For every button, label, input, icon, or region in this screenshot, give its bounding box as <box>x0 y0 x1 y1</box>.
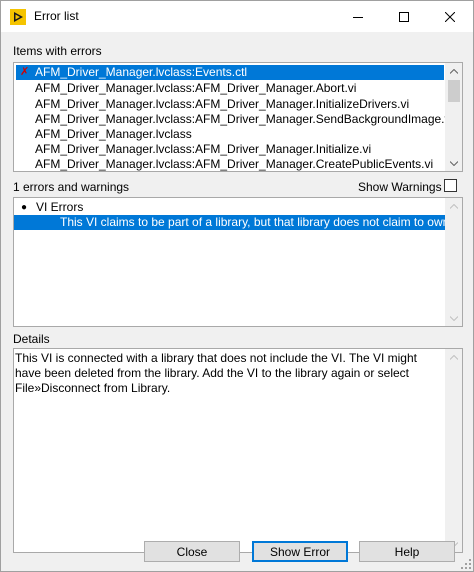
error-list-window: Error list Items with errors ✗ AFM_Drive… <box>0 0 474 572</box>
scroll-up-button[interactable] <box>446 349 462 365</box>
maximize-icon <box>399 11 409 22</box>
close-icon <box>445 11 455 22</box>
labview-app-icon <box>10 9 26 25</box>
chevron-up-icon <box>450 203 458 209</box>
maximize-button[interactable] <box>381 1 427 32</box>
chevron-down-icon <box>450 160 458 166</box>
list-item[interactable]: AFM_Driver_Manager.lvclass:AFM_Driver_Ma… <box>16 157 444 171</box>
bullet-icon: ● <box>21 202 28 213</box>
list-item[interactable]: ✗ AFM_Driver_Manager.lvclass:Events.ctl <box>16 65 444 80</box>
minimize-icon <box>353 16 363 18</box>
show-warnings-checkbox[interactable] <box>444 179 457 192</box>
close-button[interactable]: Close <box>144 541 240 562</box>
list-item[interactable]: AFM_Driver_Manager.lvclass:AFM_Driver_Ma… <box>16 142 444 157</box>
scroll-down-button[interactable] <box>446 310 462 326</box>
list-item[interactable]: AFM_Driver_Manager.lvclass:AFM_Driver_Ma… <box>16 97 444 112</box>
details-text: This VI is connected with a library that… <box>15 351 417 395</box>
errors-scrollbar[interactable] <box>445 198 462 326</box>
show-error-button[interactable]: Show Error <box>252 541 348 562</box>
error-message-row[interactable]: This VI claims to be part of a library, … <box>14 215 446 230</box>
items-scrollbar[interactable] <box>445 63 462 171</box>
list-item[interactable]: AFM_Driver_Manager.lvclass:AFM_Driver_Ma… <box>16 112 453 127</box>
scroll-down-button[interactable] <box>446 155 462 171</box>
errors-tree[interactable]: ● VI Errors This VI claims to be part of… <box>13 197 463 327</box>
details-scrollbar[interactable] <box>445 349 462 552</box>
list-item[interactable]: AFM_Driver_Manager.lvclass <box>16 127 444 142</box>
items-with-errors-label: Items with errors <box>13 44 102 58</box>
details-textbox[interactable]: This VI is connected with a library that… <box>13 348 463 553</box>
items-with-errors-list[interactable]: ✗ AFM_Driver_Manager.lvclass:Events.ctl … <box>13 62 463 172</box>
chevron-up-icon <box>450 68 458 74</box>
chevron-up-icon <box>450 354 458 360</box>
list-item[interactable]: AFM_Driver_Manager.lvclass:AFM_Driver_Ma… <box>16 81 444 96</box>
minimize-button[interactable] <box>335 1 381 32</box>
errors-count-label: 1 errors and warnings <box>13 180 130 194</box>
chevron-down-icon <box>450 315 458 321</box>
scroll-up-button[interactable] <box>446 198 462 214</box>
window-title: Error list <box>34 9 79 23</box>
resize-grip-icon[interactable] <box>461 559 471 569</box>
tree-group-vi-errors[interactable]: ● VI Errors <box>16 200 444 215</box>
details-label: Details <box>13 332 50 346</box>
help-button[interactable]: Help <box>359 541 455 562</box>
error-x-icon: ✗ <box>20 66 30 78</box>
scroll-thumb[interactable] <box>448 80 460 102</box>
title-bar[interactable]: Error list <box>1 1 473 32</box>
scroll-up-button[interactable] <box>446 63 462 79</box>
show-warnings-label[interactable]: Show Warnings <box>358 180 442 194</box>
close-window-button[interactable] <box>427 1 473 32</box>
